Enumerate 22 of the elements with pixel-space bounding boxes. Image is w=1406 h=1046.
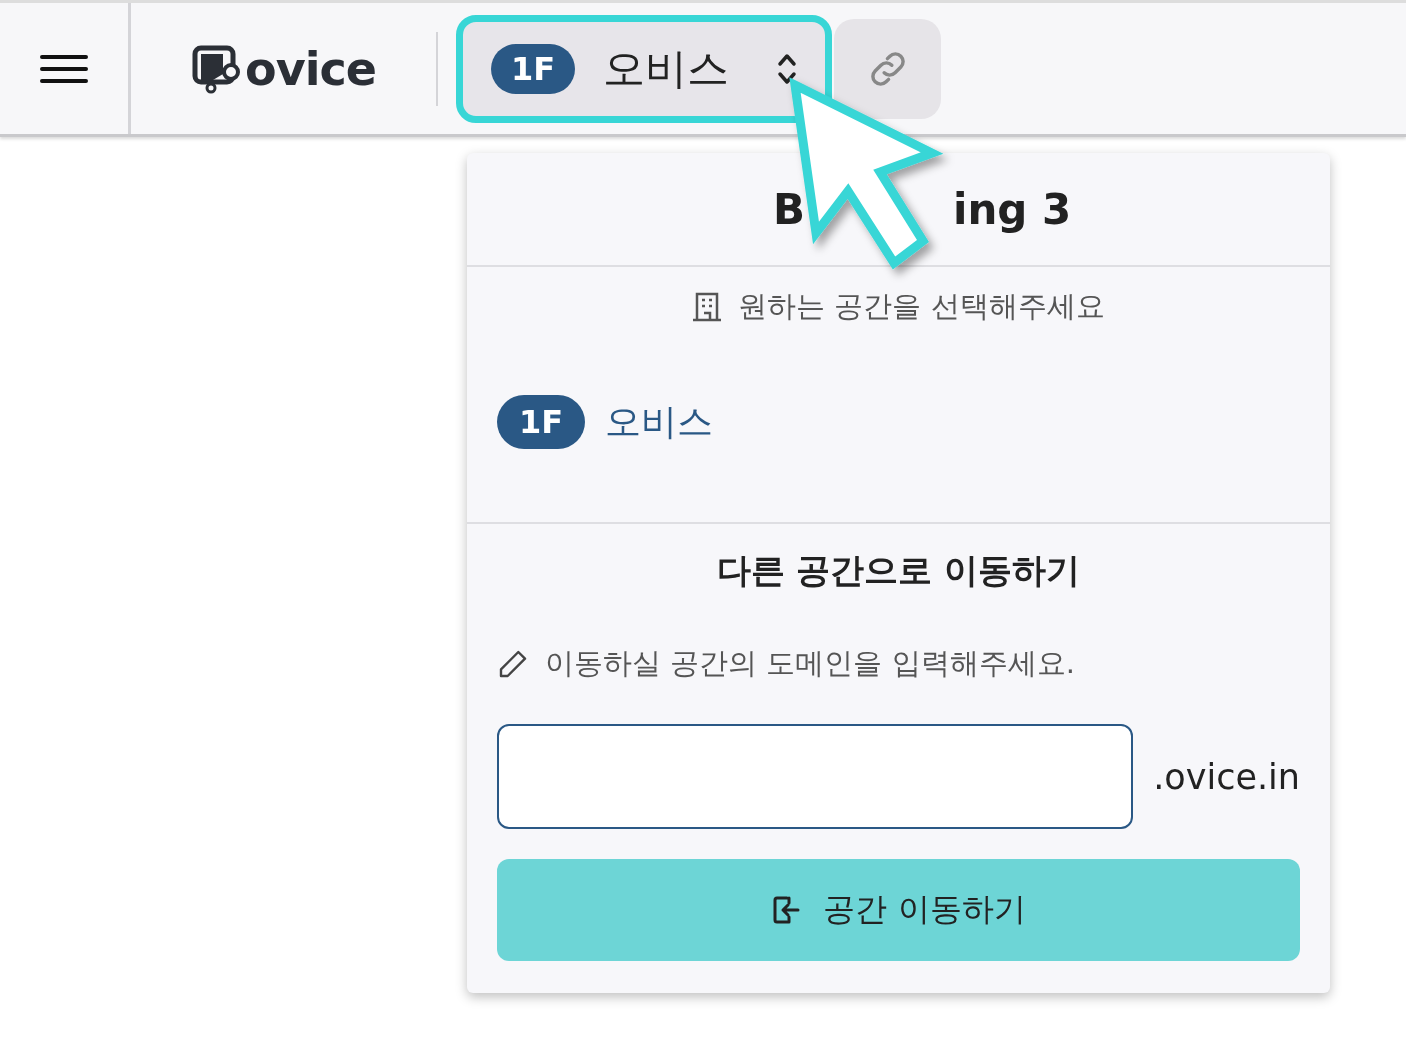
domain-input[interactable] — [497, 724, 1134, 829]
building-icon — [692, 291, 723, 323]
space-item[interactable]: 1F 오비스 — [497, 395, 714, 449]
chevron-updown-icon — [777, 51, 797, 86]
building-title: B — [773, 184, 805, 234]
domain-suffix: .ovice.in — [1153, 756, 1300, 797]
hint-text: 이동하실 공간의 도메인을 입력해주세요. — [545, 645, 1075, 682]
logo-text: ovice — [245, 41, 376, 96]
space-name: 오비스 — [605, 399, 714, 444]
floor-badge: 1F — [497, 395, 586, 449]
menu-icon[interactable] — [40, 53, 88, 84]
floor-selector[interactable]: 1F 오비스 — [456, 14, 832, 123]
prompt-text: 원하는 공간을 선택해주세요 — [738, 288, 1105, 325]
floor-badge: 1F — [491, 43, 576, 94]
link-button[interactable] — [834, 18, 941, 119]
space-name: 오비스 — [603, 42, 731, 95]
section-heading: 다른 공간으로 이동하기 — [715, 549, 1082, 592]
move-space-button[interactable]: 공간 이동하기 — [497, 859, 1300, 961]
enter-icon — [771, 894, 802, 926]
logo-icon — [191, 43, 242, 94]
pencil-icon — [497, 648, 529, 680]
building-title: ing 3 — [953, 184, 1072, 234]
